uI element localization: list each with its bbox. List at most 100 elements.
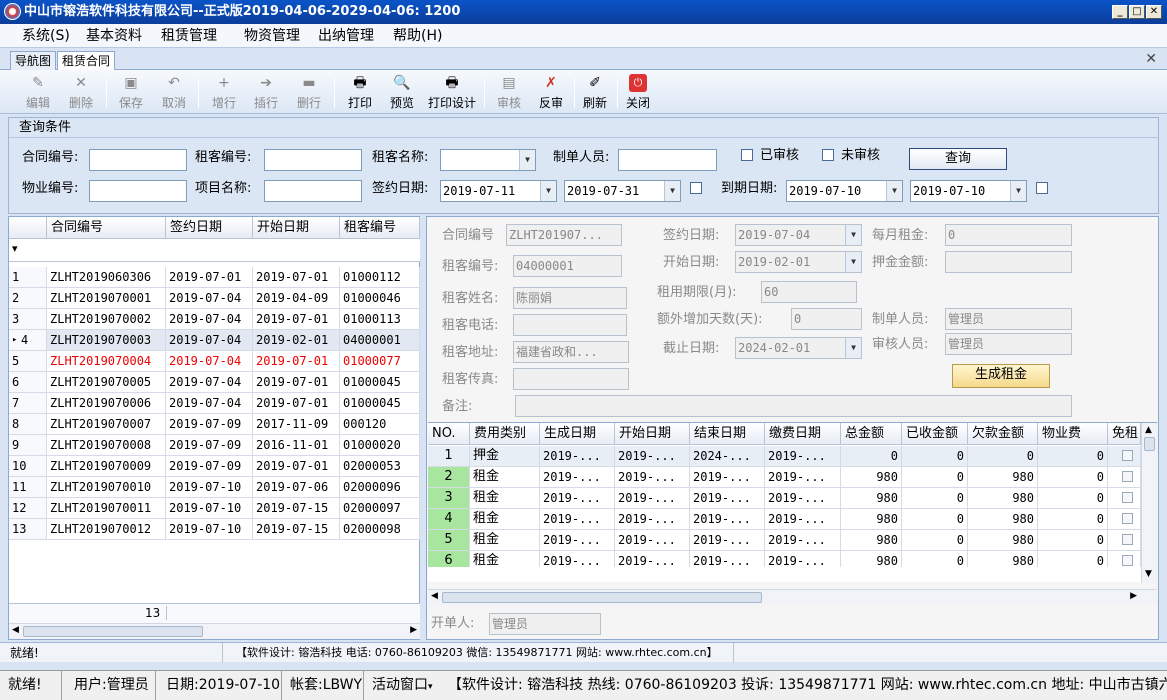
print-button[interactable]: 🖶 打印 [346, 74, 374, 112]
grid-cell[interactable]: 2019-... [615, 551, 690, 567]
grid-cell[interactable]: 0 [1038, 509, 1108, 530]
delete-button[interactable]: ✕ 删除 [66, 74, 96, 112]
grid-cell[interactable]: 2019-07-01 [253, 309, 340, 330]
grid-cell[interactable]: ZLHT2019070001 [47, 288, 166, 309]
grid-cell[interactable]: 0 [1038, 530, 1108, 551]
grid-cell[interactable]: 980 [841, 530, 902, 551]
grid-cell[interactable]: 2019-... [615, 488, 690, 509]
grid-cell[interactable]: 2019-07-09 [166, 414, 253, 435]
column-header-tenant-no[interactable]: 租客编号 [340, 217, 420, 239]
rent-free-checkbox[interactable] [1108, 467, 1141, 488]
menu-lease-management[interactable]: 租赁管理 [161, 27, 217, 45]
add-row-button[interactable]: + 增行 [210, 74, 238, 112]
close-button[interactable]: ⏻ 关闭 [624, 74, 652, 112]
grid-cell[interactable]: 0 [902, 488, 968, 509]
grid-cell[interactable]: 2019-07-09 [166, 456, 253, 477]
grid-cell[interactable]: 0 [902, 446, 968, 467]
active-window-menu[interactable]: 活动窗口▾ [364, 671, 440, 700]
grid-cell[interactable]: 02000053 [340, 456, 420, 477]
column-header-sign-date[interactable]: 签约日期 [166, 217, 253, 239]
grid-cell[interactable]: 2019-... [615, 530, 690, 551]
detail-start-date-picker[interactable]: 2019-02-01 ▼ [735, 251, 862, 273]
grid-cell[interactable]: ZLHT2019070009 [47, 456, 166, 477]
grid-cell[interactable]: 4 [428, 509, 470, 530]
column-header-received-amount[interactable]: 已收金额 [902, 423, 968, 445]
grid-cell[interactable]: 2019-... [615, 446, 690, 467]
table-row[interactable]: 4 租金 2019-... 2019-... 2019-... 2019-... 980 0 9… [428, 509, 1141, 530]
column-header-contract-no[interactable]: 合同编号 [47, 217, 166, 239]
grid-cell[interactable]: 2017-11-09 [253, 414, 340, 435]
table-row[interactable]: 3 租金 2019-... 2019-... 2019-... 2019-... 980 0 9… [428, 488, 1141, 509]
column-header-generate-date[interactable]: 生成日期 [540, 423, 615, 445]
grid-cell[interactable]: 押金 [470, 446, 540, 467]
tab-lease-contract[interactable]: 租赁合同 [57, 51, 116, 71]
grid-cell[interactable]: 2019-07-04 [166, 288, 253, 309]
detail-remark-field[interactable] [515, 395, 1072, 417]
chevron-down-icon[interactable]: ▼ [845, 252, 861, 272]
grid-cell[interactable]: 980 [841, 551, 902, 567]
grid-cell[interactable]: 02000097 [340, 498, 420, 519]
grid-cell[interactable]: 980 [968, 530, 1038, 551]
grid-cell[interactable]: 980 [841, 509, 902, 530]
grid-cell[interactable]: 5 [428, 530, 470, 551]
table-row[interactable]: 9 ZLHT2019070008 2019-07-09 2016-11-01 01000… [9, 435, 420, 456]
grid-cell[interactable]: 01000020 [340, 435, 420, 456]
detail-auditor-field[interactable]: 管理员 [945, 333, 1072, 355]
grid-cell[interactable]: 2016-11-01 [253, 435, 340, 456]
grid-cell[interactable]: 2019-07-01 [253, 351, 340, 372]
grid-cell[interactable]: 2019-02-01 [253, 330, 340, 351]
grid-cell[interactable]: 980 [968, 509, 1038, 530]
detail-monthly-rent-field[interactable]: 0 [945, 224, 1072, 246]
maximize-button[interactable]: □ [1129, 5, 1145, 19]
chevron-down-icon[interactable]: ▼ [886, 181, 902, 201]
grid-cell[interactable]: 2019-07-04 [166, 393, 253, 414]
table-row[interactable]: 10 ZLHT2019070009 2019-07-09 2019-07-01 0200… [9, 456, 420, 477]
grid-cell[interactable]: 3 [428, 488, 470, 509]
menu-cashier-management[interactable]: 出纳管理 [318, 27, 374, 45]
grid-cell[interactable]: 2019-07-01 [253, 393, 340, 414]
grid-cell[interactable]: ZLHT2019070012 [47, 519, 166, 540]
rent-free-checkbox[interactable] [1108, 446, 1141, 467]
column-header-rent-free[interactable]: 免租 [1108, 423, 1141, 445]
grid-cell[interactable]: 租金 [470, 467, 540, 488]
grid-cell[interactable]: 2019-... [765, 488, 841, 509]
column-header-owed-amount[interactable]: 欠款金额 [968, 423, 1038, 445]
grid-cell[interactable]: 2019-07-04 [166, 351, 253, 372]
table-row[interactable]: 1 押金 2019-... 2019-... 2024-... 2019-... 0 0 0 0 [428, 446, 1141, 467]
detail-contract-no-field[interactable]: ZLHT201907... [506, 224, 622, 246]
grid-cell[interactable]: ZLHT2019070003 [47, 330, 166, 351]
minimize-button[interactable]: _ [1112, 5, 1128, 19]
grid-cell[interactable]: ZLHT2019070006 [47, 393, 166, 414]
grid-cell[interactable]: 2019-... [765, 467, 841, 488]
grid-cell[interactable]: 02000096 [340, 477, 420, 498]
delete-row-button[interactable]: ▬ 删行 [295, 74, 323, 112]
grid-cell[interactable]: 2019-07-09 [166, 435, 253, 456]
print-design-button[interactable]: 🖶 打印设计 [427, 74, 477, 112]
grid-cell[interactable]: 2019-... [765, 446, 841, 467]
column-header-no[interactable]: NO. [428, 423, 470, 445]
grid-cell[interactable]: 2019-... [540, 488, 615, 509]
menu-basic-data[interactable]: 基本资料 [86, 27, 142, 45]
grid-cell[interactable]: 2019-... [540, 551, 615, 567]
grid-cell[interactable]: ZLHT2019070004 [47, 351, 166, 372]
detail-deposit-field[interactable] [945, 251, 1072, 273]
grid-cell[interactable]: 2019-07-15 [253, 498, 340, 519]
grid-cell[interactable]: 01000046 [340, 288, 420, 309]
grid-cell[interactable]: 01000077 [340, 351, 420, 372]
grid-cell[interactable]: 2019-... [765, 509, 841, 530]
column-header-property-fee[interactable]: 物业费 [1038, 423, 1108, 445]
grid-cell[interactable]: 2019-... [690, 467, 765, 488]
grid-cell[interactable]: 0 [902, 509, 968, 530]
grid-cell[interactable]: 01000045 [340, 393, 420, 414]
column-header-start-date[interactable]: 开始日期 [615, 423, 690, 445]
table-row[interactable]: 11 ZLHT2019070010 2019-07-10 2019-07-06 0200… [9, 477, 420, 498]
grid-cell[interactable]: 2019-07-10 [166, 519, 253, 540]
grid-cell[interactable]: 0 [1038, 467, 1108, 488]
grid-cell[interactable]: 2019-07-06 [253, 477, 340, 498]
refresh-button[interactable]: ✐ 刷新 [581, 74, 609, 112]
expire-date-checkbox[interactable] [1036, 182, 1048, 194]
table-row[interactable]: 5 租金 2019-... 2019-... 2019-... 2019-... 980 0 9… [428, 530, 1141, 551]
grid-cell[interactable]: ZLHT2019070011 [47, 498, 166, 519]
grid-cell[interactable]: 2019-... [615, 509, 690, 530]
grid-cell[interactable]: 2019-... [690, 530, 765, 551]
